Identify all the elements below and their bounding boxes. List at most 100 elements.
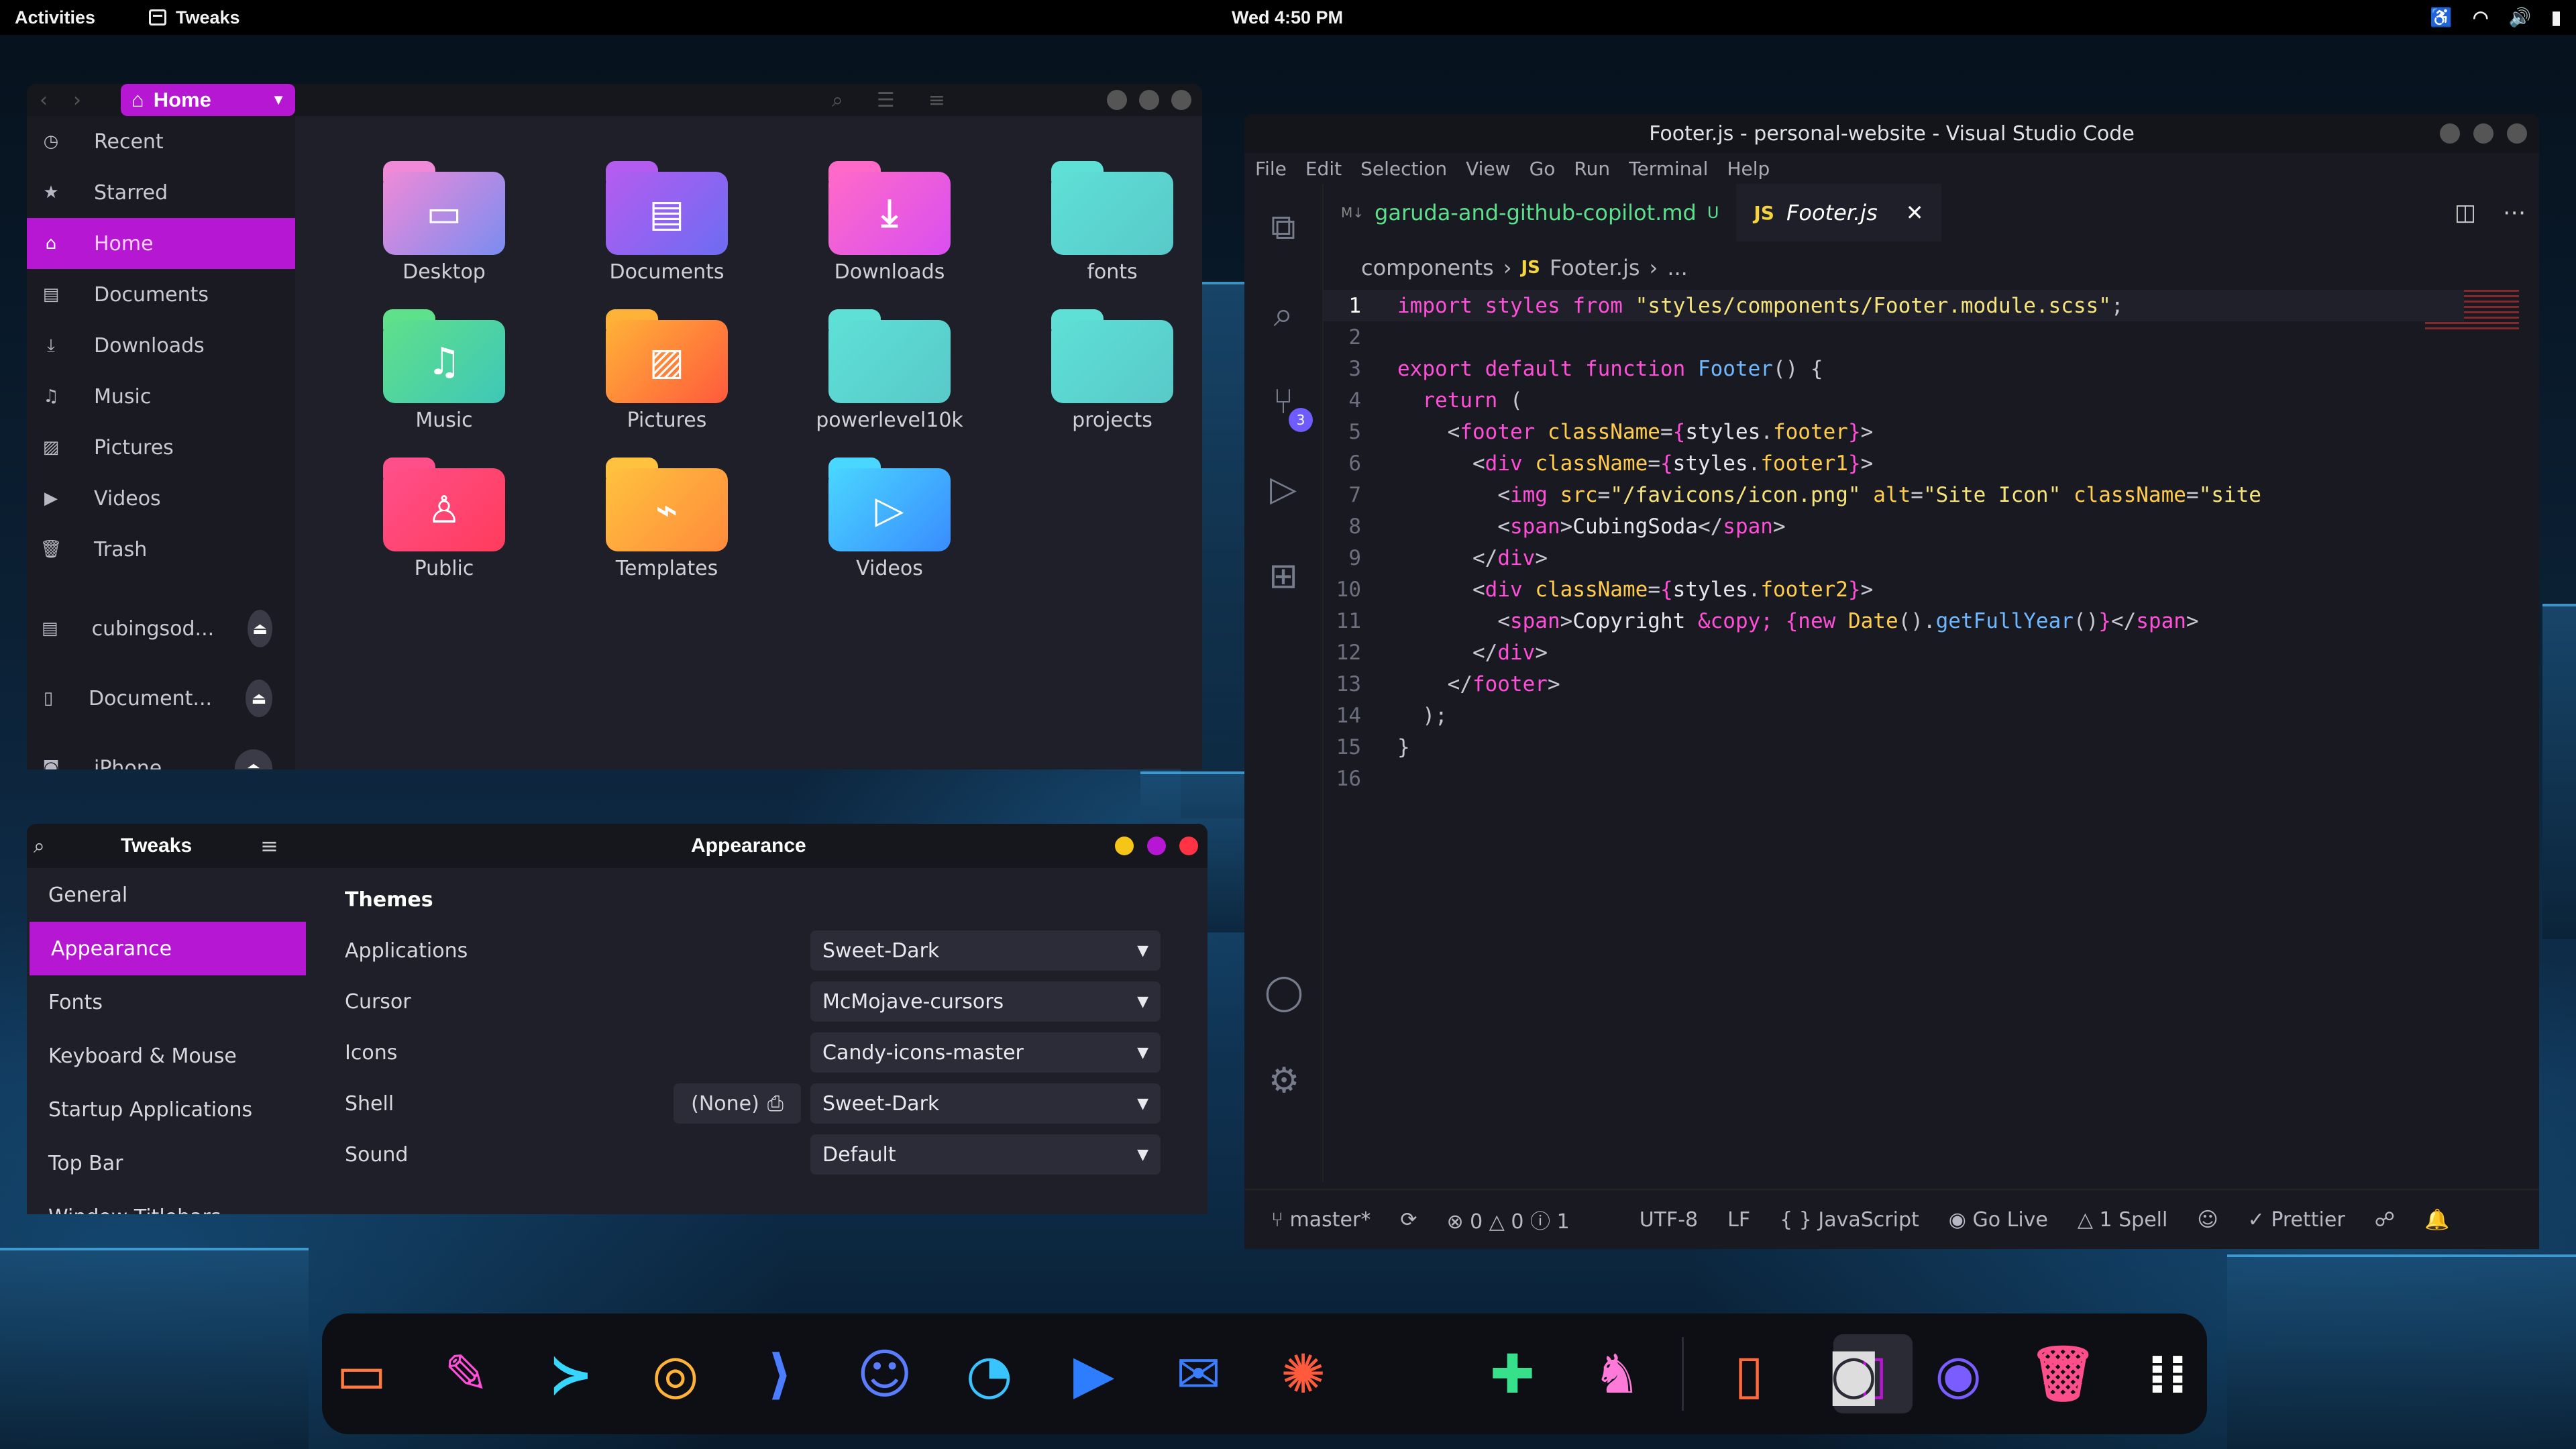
- tweaks-nav-top-bar[interactable]: Top Bar: [27, 1136, 309, 1190]
- discord-icon[interactable]: ☺: [845, 1334, 924, 1413]
- shell-extension-button[interactable]: (None) ⎙: [674, 1083, 801, 1124]
- breadcrumb-file[interactable]: Footer.js: [1550, 255, 1640, 280]
- sidebar-device[interactable]: ▤ cubingsod... ⏏: [27, 594, 295, 663]
- chevron-down-icon[interactable]: ▼: [271, 91, 286, 109]
- tweaks-nav-keyboard-mouse[interactable]: Keyboard & Mouse: [27, 1029, 309, 1083]
- trash-icon[interactable]: 🗑: [2023, 1334, 2102, 1413]
- minimize-button[interactable]: [1107, 90, 1127, 110]
- feedback-icon[interactable]: ☍: [2375, 1208, 2395, 1232]
- setting-dropdown[interactable]: McMojave-cursors ▼: [810, 981, 1161, 1022]
- tweaks-nav-general[interactable]: General: [27, 868, 309, 922]
- menu-edit[interactable]: Edit: [1305, 158, 1342, 180]
- close-button[interactable]: [1179, 837, 1198, 855]
- gimp-icon[interactable]: ♞: [1577, 1334, 1656, 1413]
- run-debug-icon[interactable]: ▷: [1244, 445, 1322, 533]
- tweaks-nav-appearance[interactable]: Appearance: [30, 922, 306, 975]
- tweaks-nav-fonts[interactable]: Fonts: [27, 975, 309, 1029]
- source-control-icon[interactable]: ⑂ 3: [1244, 358, 1322, 445]
- maximize-button[interactable]: [1139, 90, 1159, 110]
- editor-icon[interactable]: ✎: [427, 1334, 506, 1413]
- explorer-icon[interactable]: ⧉: [1244, 184, 1322, 271]
- menu-go[interactable]: Go: [1529, 158, 1556, 180]
- search-icon[interactable]: ⌕: [34, 835, 45, 858]
- sidebar-item-documents[interactable]: ▤ Documents: [27, 269, 295, 320]
- prettier-status[interactable]: ✓ Prettier: [2248, 1208, 2345, 1232]
- camera-icon[interactable]: ◙: [1814, 1334, 1893, 1413]
- menu-selection[interactable]: Selection: [1360, 158, 1447, 180]
- app-menu[interactable]: Tweaks: [149, 7, 240, 28]
- folder-downloads[interactable]: ⤓ Downloads: [778, 161, 1001, 284]
- sidebar-item-starred[interactable]: ★ Starred: [27, 167, 295, 218]
- list-view-icon[interactable]: ☰: [877, 89, 895, 112]
- tweaks-nav-startup-applications[interactable]: Startup Applications: [27, 1083, 309, 1136]
- battery-icon[interactable]: ▮: [2551, 7, 2561, 28]
- folder-documents[interactable]: ▤ Documents: [555, 161, 778, 284]
- folder-desktop[interactable]: ▭ Desktop: [333, 161, 555, 284]
- minimize-button[interactable]: [1115, 837, 1134, 855]
- clock[interactable]: Wed 4:50 PM: [1232, 7, 1343, 28]
- setting-dropdown[interactable]: Sweet-Dark ▼: [810, 930, 1161, 971]
- app-grid-icon[interactable]: ⁞⁞: [2128, 1334, 2207, 1413]
- setting-dropdown[interactable]: Sweet-Dark ▼: [810, 1083, 1161, 1124]
- activities-button[interactable]: Activities: [15, 7, 95, 28]
- wifi-icon[interactable]: ◠: [2473, 7, 2489, 28]
- eject-icon[interactable]: ⏏: [248, 610, 272, 647]
- terminal-icon[interactable]: ≻: [531, 1334, 610, 1413]
- go-live-status[interactable]: ◉ Go Live: [1949, 1208, 2048, 1232]
- sidebar-item-music[interactable]: ♫ Music: [27, 371, 295, 422]
- branch-status[interactable]: ⑂ master*: [1271, 1208, 1371, 1232]
- close-button[interactable]: [1171, 90, 1191, 110]
- settings-gear-icon[interactable]: ⚙: [1244, 1037, 1324, 1124]
- maximize-button[interactable]: [2473, 123, 2493, 144]
- sidebar-device[interactable]: ▯ Document... ⏏: [27, 663, 295, 733]
- vscode-icon[interactable]: ⟩: [741, 1334, 820, 1413]
- problems-status[interactable]: ⊗ 0 △ 0 ⓘ 1: [1446, 1205, 1569, 1234]
- disk-icon[interactable]: ◉: [1919, 1334, 1998, 1413]
- sidebar-item-pictures[interactable]: ▨ Pictures: [27, 422, 295, 473]
- menu-file[interactable]: File: [1255, 158, 1287, 180]
- accessibility-icon[interactable]: ♿: [2430, 7, 2453, 28]
- folder-powerlevel10k[interactable]: powerlevel10k: [778, 309, 1001, 432]
- code-editor[interactable]: 1 import styles from "styles/components/F…: [1324, 290, 2464, 794]
- forward-icon[interactable]: ›: [60, 89, 94, 112]
- edge-icon[interactable]: ◔: [950, 1334, 1029, 1413]
- menu-help[interactable]: Help: [1727, 158, 1770, 180]
- more-actions-icon[interactable]: ⋯: [2503, 199, 2526, 226]
- breadcrumb-more[interactable]: ...: [1667, 255, 1688, 280]
- back-icon[interactable]: ‹: [27, 89, 60, 112]
- setting-dropdown[interactable]: Candy-icons-master ▼: [810, 1032, 1161, 1073]
- search-icon[interactable]: ⌕: [1244, 271, 1322, 358]
- sidebar-item-trash[interactable]: 🗑 Trash: [27, 524, 295, 575]
- menu-run[interactable]: Run: [1574, 158, 1610, 180]
- aperture-icon[interactable]: ✺: [1263, 1334, 1342, 1413]
- eject-icon[interactable]: ⏏: [235, 749, 272, 769]
- extensions-icon[interactable]: ✚: [1472, 1334, 1552, 1413]
- setting-dropdown[interactable]: Default ▼: [810, 1134, 1161, 1175]
- mail-icon[interactable]: ✉: [1159, 1334, 1238, 1413]
- chrome-icon[interactable]: ◎: [636, 1334, 715, 1413]
- volume-icon[interactable]: 🔊: [2509, 7, 2532, 28]
- menu-view[interactable]: View: [1466, 158, 1510, 180]
- sidebar-item-downloads[interactable]: ⤓ Downloads: [27, 320, 295, 371]
- sidebar-item-home[interactable]: ⌂ Home: [27, 218, 295, 269]
- notifications-bell-icon[interactable]: 🔔: [2424, 1208, 2449, 1232]
- account-icon[interactable]: ◯: [1244, 949, 1324, 1036]
- tab-footer-js[interactable]: JS Footer.js ✕: [1736, 184, 1941, 241]
- minimize-button[interactable]: [2440, 123, 2460, 144]
- tablet-icon[interactable]: ▯: [1709, 1334, 1788, 1413]
- eject-icon[interactable]: ⏏: [246, 680, 272, 717]
- sidebar-item-videos[interactable]: ▶ Videos: [27, 473, 295, 524]
- zoom-icon[interactable]: ▶: [1055, 1334, 1134, 1413]
- folder-music[interactable]: ♫ Music: [333, 309, 555, 432]
- files-icon[interactable]: ▭: [322, 1334, 401, 1413]
- copilot-icon[interactable]: ☺: [2197, 1208, 2218, 1232]
- folder-fonts[interactable]: fonts: [1001, 161, 1202, 284]
- language-status[interactable]: { } JavaScript: [1780, 1208, 1919, 1232]
- sidebar-item-recent[interactable]: ◷ Recent: [27, 116, 295, 167]
- folder-videos[interactable]: ▷ Videos: [778, 458, 1001, 580]
- encoding-status[interactable]: UTF-8: [1640, 1208, 1698, 1232]
- tab-markdown[interactable]: M↓ garuda-and-github-copilot.md U: [1324, 184, 1736, 241]
- extensions-icon[interactable]: ⊞: [1244, 533, 1322, 620]
- close-button[interactable]: [2507, 123, 2527, 144]
- folder-public[interactable]: ♙ Public: [333, 458, 555, 580]
